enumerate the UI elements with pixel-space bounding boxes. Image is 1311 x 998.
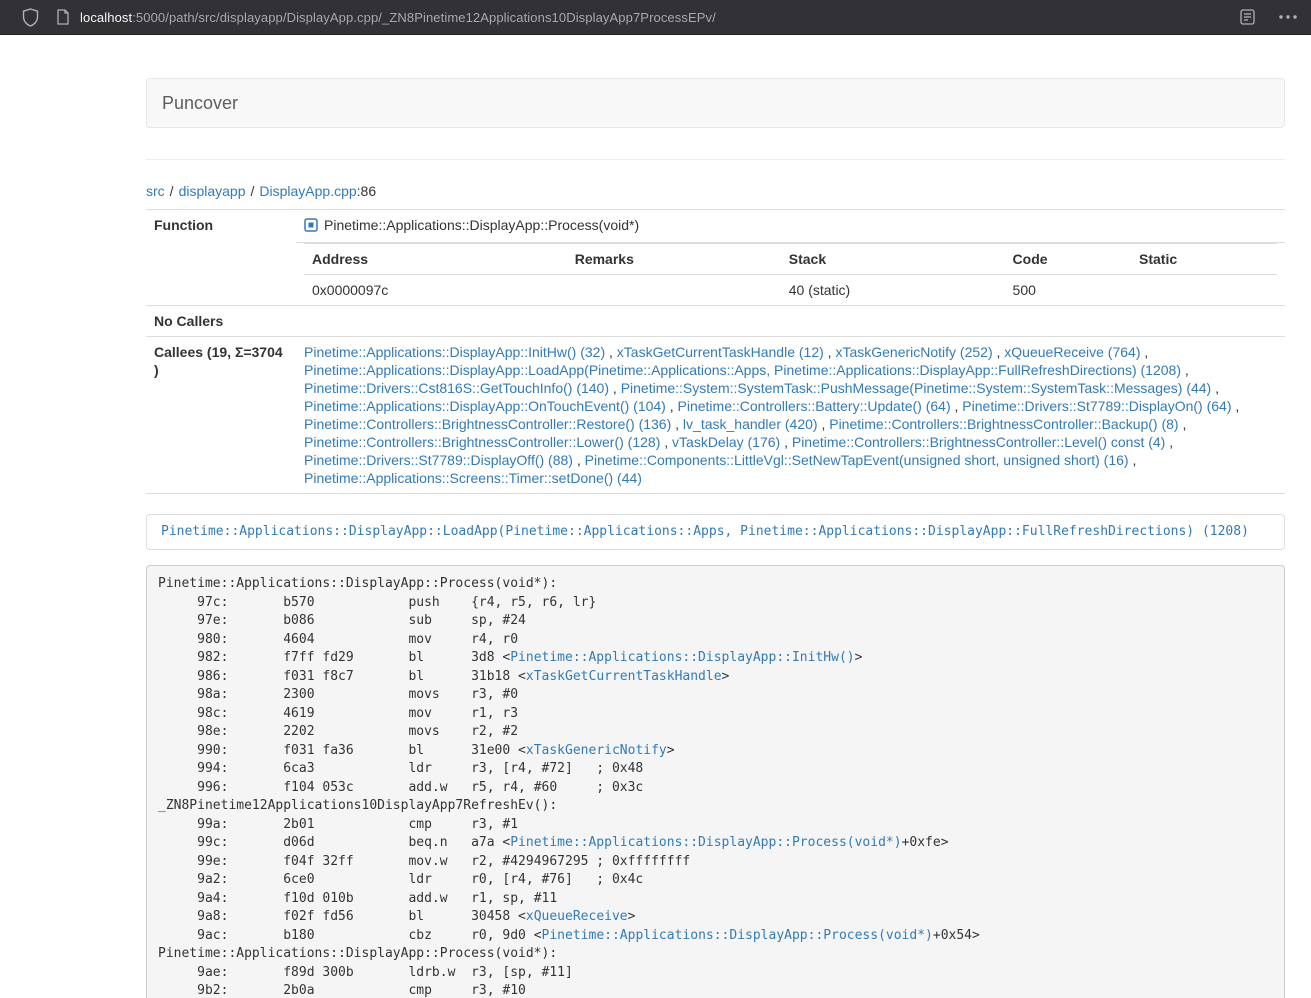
disassembly-symbol-link[interactable]: xQueueReceive <box>526 909 628 924</box>
callee-link[interactable]: Pinetime::Applications::DisplayApp::Load… <box>304 362 1181 378</box>
breadcrumb-link-file[interactable]: DisplayApp.cpp <box>259 183 356 199</box>
metrics-value-row: 0x0000097c 40 (static) 500 <box>304 275 1277 306</box>
breadcrumb-line-number: :86 <box>357 183 376 199</box>
metrics-row: Address Remarks Stack Code Static 0x0000… <box>146 243 1285 306</box>
divider <box>146 159 1285 160</box>
callers-empty-cell <box>296 306 1285 337</box>
page-container: Puncover src/displayapp/DisplayApp.cpp:8… <box>146 78 1285 998</box>
code-value: 500 <box>1005 275 1131 306</box>
callee-link[interactable]: xTaskGetCurrentTaskHandle (12) <box>617 344 824 360</box>
col-header-address: Address <box>304 244 567 275</box>
callee-link[interactable]: Pinetime::Applications::Screens::Timer::… <box>304 470 642 486</box>
callee-link[interactable]: Pinetime::Drivers::St7789::DisplayOn() (… <box>962 398 1231 414</box>
disassembly-symbol-link[interactable]: Pinetime::Applications::DisplayApp::Proc… <box>542 928 933 943</box>
callees-row: Callees (19, Σ=3704 ) Pinetime::Applicat… <box>146 337 1285 494</box>
remarks-value <box>567 275 781 306</box>
focused-symbol-box: Pinetime::Applications::DisplayApp::Load… <box>146 514 1285 550</box>
callee-link[interactable]: xQueueReceive (764) <box>1004 344 1140 360</box>
callee-link[interactable]: Pinetime::Controllers::BrightnessControl… <box>304 416 671 432</box>
callee-link[interactable]: lv_task_handler (420) <box>683 416 818 432</box>
callee-link[interactable]: Pinetime::Drivers::Cst816S::GetTouchInfo… <box>304 380 609 396</box>
disassembly-symbol-link[interactable]: Pinetime::Applications::DisplayApp::Init… <box>510 650 854 665</box>
page-identity-icon[interactable] <box>56 9 70 25</box>
reader-view-icon[interactable] <box>1240 9 1255 25</box>
metrics-header-row: Address Remarks Stack Code Static <box>304 244 1277 275</box>
breadcrumb-link-src[interactable]: src <box>146 183 165 199</box>
metrics-table: Address Remarks Stack Code Static 0x0000… <box>304 243 1277 305</box>
metrics-cell: Address Remarks Stack Code Static 0x0000… <box>296 243 1285 306</box>
symbol-type-icon <box>304 218 318 236</box>
function-row: Function Pinetime::Applications::Display… <box>146 210 1285 243</box>
breadcrumb-separator: / <box>165 183 179 199</box>
callee-link[interactable]: xTaskGenericNotify (252) <box>835 344 992 360</box>
callee-link[interactable]: Pinetime::Drivers::St7789::DisplayOff() … <box>304 452 573 468</box>
address-value: 0x0000097c <box>304 275 567 306</box>
no-callers-label: No Callers <box>146 306 296 337</box>
callee-link[interactable]: Pinetime::System::SystemTask::PushMessag… <box>621 380 1212 396</box>
col-header-static: Static <box>1131 244 1277 275</box>
browser-toolbar: localhost:5000/path/src/displayapp/Displ… <box>0 0 1311 35</box>
function-name-cell: Pinetime::Applications::DisplayApp::Proc… <box>296 210 1285 243</box>
disassembly-symbol-link[interactable]: xTaskGetCurrentTaskHandle <box>526 669 722 684</box>
callers-row: No Callers <box>146 306 1285 337</box>
breadcrumb-separator: / <box>246 183 260 199</box>
callee-link[interactable]: Pinetime::Controllers::BrightnessControl… <box>792 434 1165 450</box>
overflow-menu-icon[interactable] <box>1279 15 1297 19</box>
focused-symbol-link[interactable]: Pinetime::Applications::DisplayApp::Load… <box>161 524 1249 539</box>
url-host: localhost <box>80 10 132 25</box>
callee-link[interactable]: Pinetime::Applications::DisplayApp::OnTo… <box>304 398 666 414</box>
callee-link[interactable]: Pinetime::Controllers::Battery::Update()… <box>678 398 951 414</box>
function-name: Pinetime::Applications::DisplayApp::Proc… <box>324 217 639 233</box>
navbar: Puncover <box>146 78 1285 128</box>
callees-list: Pinetime::Applications::DisplayApp::Init… <box>296 337 1285 494</box>
tracking-protection-shield-icon[interactable] <box>22 8 39 27</box>
stack-value: 40 (static) <box>781 275 1005 306</box>
disassembly-symbol-link[interactable]: xTaskGenericNotify <box>526 743 667 758</box>
callees-label: Callees (19, Σ=3704 ) <box>146 337 296 494</box>
col-header-stack: Stack <box>781 244 1005 275</box>
url-bar[interactable]: localhost:5000/path/src/displayapp/Displ… <box>80 10 716 25</box>
callee-link[interactable]: Pinetime::Components::LittleVgl::SetNewT… <box>585 452 1129 468</box>
function-label: Function <box>146 210 296 306</box>
disassembly-code: Pinetime::Applications::DisplayApp::Proc… <box>146 565 1285 998</box>
static-value <box>1131 275 1277 306</box>
callee-link[interactable]: Pinetime::Controllers::BrightnessControl… <box>304 434 660 450</box>
callee-link[interactable]: Pinetime::Applications::DisplayApp::Init… <box>304 344 605 360</box>
callee-link[interactable]: Pinetime::Controllers::BrightnessControl… <box>829 416 1178 432</box>
breadcrumb: src/displayapp/DisplayApp.cpp:86 <box>146 182 1285 200</box>
col-header-remarks: Remarks <box>567 244 781 275</box>
disassembly-symbol-link[interactable]: Pinetime::Applications::DisplayApp::Proc… <box>510 835 901 850</box>
url-path: :5000/path/src/displayapp/DisplayApp.cpp… <box>132 10 716 25</box>
breadcrumb-link-displayapp[interactable]: displayapp <box>179 183 246 199</box>
col-header-code: Code <box>1005 244 1131 275</box>
brand-link[interactable]: Puncover <box>162 93 238 114</box>
symbol-details-table: Function Pinetime::Applications::Display… <box>146 209 1285 494</box>
callee-link[interactable]: vTaskDelay (176) <box>672 434 780 450</box>
